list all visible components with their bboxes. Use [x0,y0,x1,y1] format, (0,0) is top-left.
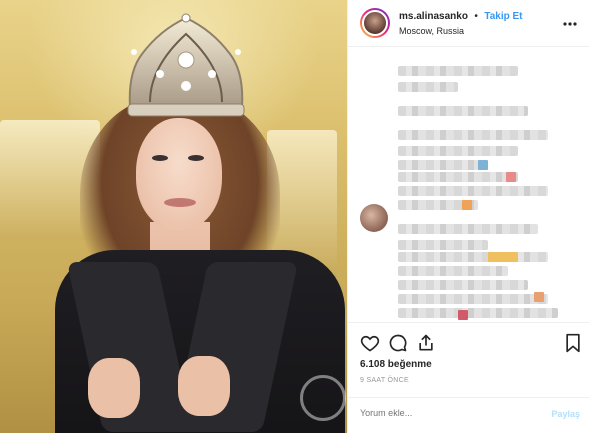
blurred-text [398,266,508,276]
share-icon[interactable] [416,333,436,353]
blurred-text [398,160,488,170]
bookmark-icon[interactable] [564,333,582,353]
eye [188,155,204,161]
blurred-text [398,252,548,262]
blurred-text [398,82,458,92]
heart-icon[interactable] [360,333,380,353]
blurred-text [398,308,558,318]
eye [152,155,168,161]
follow-button[interactable]: Takip Et [484,11,522,22]
username-link[interactable]: ms.alinasanko [399,11,468,22]
blurred-text [398,186,548,196]
commenter-avatar[interactable] [360,204,388,232]
post-header: ms.alinasanko • Takip Et Moscow, Russia [348,0,589,47]
action-bar [348,322,589,362]
blurred-text [398,172,518,182]
blurred-emoji [534,292,544,302]
blurred-text [398,130,548,140]
blurred-text [398,66,518,76]
avatar[interactable] [360,8,390,38]
blurred-text [398,240,488,250]
more-horizontal-icon[interactable] [563,13,577,29]
blurred-text [398,106,528,116]
separator: • [474,11,478,22]
post-side-panel: ms.alinasanko • Takip Et Moscow, Russia [347,0,589,433]
location-link[interactable]: Moscow, Russia [399,24,523,38]
blurred-emoji [478,160,488,170]
comment-form: Paylaş [348,397,589,433]
blurred-emoji [506,172,516,182]
blurred-text [398,224,538,234]
post-timestamp[interactable]: 9 SAAT ÖNCE [360,377,409,384]
face [136,118,222,230]
blurred-emoji [462,200,472,210]
hand [178,356,230,416]
post-photo[interactable] [0,0,347,433]
blurred-emoji [458,310,468,320]
blurred-text [398,146,518,156]
hand [88,358,140,418]
comment-input[interactable] [360,408,540,418]
watermark [300,375,346,421]
likes-count[interactable]: 6.108 beğenme [360,359,432,370]
blurred-text [398,280,528,290]
lips [164,198,196,207]
post-comment-button[interactable]: Paylaş [551,409,580,419]
crown-icon [127,13,245,117]
comments-area [348,48,589,320]
blurred-text [398,294,548,304]
blurred-emoji [488,252,518,262]
comment-icon[interactable] [388,333,408,353]
